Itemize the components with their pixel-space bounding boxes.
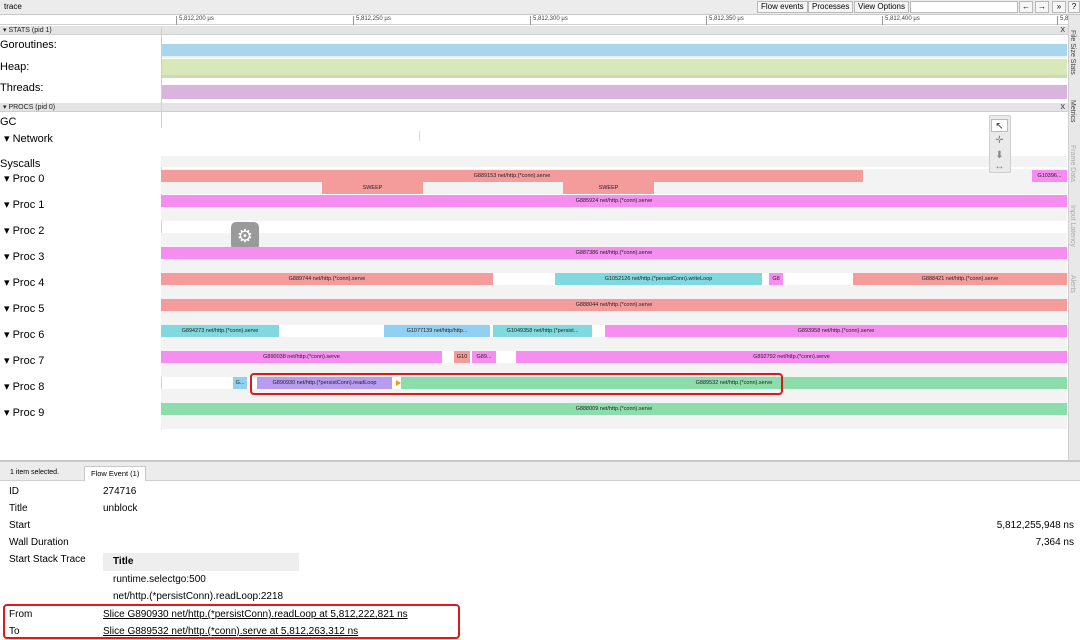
heap-counter-track[interactable]	[161, 59, 1067, 75]
ruler-tick: 5,812,350 µs	[706, 16, 744, 25]
goroutine-slice[interactable]: G10	[454, 351, 470, 363]
goroutine-slice[interactable]: G8	[769, 273, 783, 285]
goroutine-slice[interactable]: G...	[233, 377, 247, 389]
procs-header-label: ▾ PROCS (pid 0)	[3, 104, 56, 111]
heap-counter-base	[161, 75, 1067, 78]
proc-4-track[interactable]	[161, 285, 1067, 299]
sidebar-tab-file-size-stats[interactable]: File Size Stats	[1069, 30, 1076, 75]
proc-3-track[interactable]	[161, 259, 1067, 273]
goroutines-label: Goroutines:	[0, 39, 57, 51]
proc-2-label[interactable]: ▾ Proc 2	[4, 224, 44, 237]
pointer-icon[interactable]: ↖	[991, 119, 1008, 132]
network-event[interactable]	[419, 131, 420, 141]
goroutine-slice[interactable]: G1049358 net/http.(*persist...	[493, 325, 592, 337]
next-arrow-icon[interactable]: →	[1035, 1, 1049, 13]
goroutine-slice[interactable]: G892792 net/http.(*conn).serve	[516, 351, 1067, 363]
title-label: Title	[9, 503, 28, 514]
flow-events-button[interactable]: Flow events	[757, 1, 808, 13]
proc-3-label[interactable]: ▾ Proc 3	[4, 250, 44, 263]
goroutine-slice[interactable]: G893958 net/http.(*conn).serve	[605, 325, 1067, 337]
expand-panel-icon[interactable]: »	[1052, 1, 1066, 13]
stack-trace-label: Start Stack Trace	[9, 554, 86, 565]
stack-frame: net/http.(*persistConn).readLoop:2218	[113, 591, 284, 602]
pan-icon[interactable]: ✛	[991, 134, 1008, 147]
help-icon[interactable]: ?	[1068, 1, 1080, 13]
threads-counter-track[interactable]	[161, 85, 1067, 99]
goroutine-slice[interactable]: G890038 net/http.(*conn).serve	[161, 351, 442, 363]
close-icon[interactable]: X	[1060, 103, 1065, 112]
network-row-label[interactable]: ▾ Network	[4, 132, 53, 145]
start-value: 5,812,255,948 ns	[996, 520, 1074, 531]
tab-flow-event[interactable]: Flow Event (1)	[84, 466, 147, 481]
stack-frame: runtime.selectgo:500	[113, 574, 206, 585]
proc-5-label[interactable]: ▾ Proc 5	[4, 302, 44, 315]
wall-duration-value: 7,364 ns	[1035, 537, 1074, 548]
goroutine-slice[interactable]: G1077139 net/http/http...	[384, 325, 490, 337]
sweep-slice[interactable]: SWEEP	[322, 182, 423, 194]
gc-label: GC	[0, 116, 17, 128]
goroutine-slice[interactable]: G89...	[472, 351, 496, 363]
proc-9-label[interactable]: ▾ Proc 9	[4, 406, 44, 419]
goroutine-slice[interactable]: G889153 net/http.(*conn).serve	[161, 170, 863, 182]
stats-header-label: ▾ STATS (pid 1)	[3, 27, 52, 34]
proc-6-label[interactable]: ▾ Proc 6	[4, 328, 44, 341]
goroutine-slice[interactable]: G887386 net/http.(*conn).serve	[161, 247, 1067, 259]
stack-table-header: Title	[103, 553, 299, 571]
title-value: unblock	[103, 503, 138, 514]
ruler-tick: 5,812,300 µs	[530, 16, 568, 25]
proc-9-track[interactable]	[161, 415, 1067, 429]
wall-duration-label: Wall Duration	[9, 537, 69, 548]
proc-8-label[interactable]: ▾ Proc 8	[4, 380, 44, 393]
app-title: trace	[4, 2, 22, 11]
view-options-button[interactable]: View Options	[854, 1, 909, 13]
divider	[161, 56, 1067, 58]
heap-label: Heap:	[0, 61, 30, 73]
processes-button[interactable]: Processes	[808, 1, 854, 13]
proc-1-track[interactable]	[161, 207, 1067, 221]
sweep-slice[interactable]: SWEEP	[563, 182, 654, 194]
close-icon[interactable]: X	[1060, 26, 1065, 35]
goroutine-slice[interactable]: G885924 net/http.(*conn).serve	[161, 195, 1067, 207]
ruler-tick: 5,812,250 µs	[353, 16, 391, 25]
id-value: 274716	[103, 486, 137, 497]
proc-7-label[interactable]: ▾ Proc 7	[4, 354, 44, 367]
goroutine-slice[interactable]: G888421 net/http.(*conn).serve	[853, 273, 1067, 285]
cpu-profile-icon[interactable]: ⚙	[231, 222, 259, 250]
timing-icon[interactable]: ↔	[991, 160, 1008, 173]
analysis-tabbar	[0, 462, 1080, 481]
proc-1-label[interactable]: ▾ Proc 1	[4, 198, 44, 211]
ruler-tick: 5,8	[1057, 16, 1068, 25]
proc-5-track[interactable]	[161, 311, 1067, 325]
goroutines-counter-track[interactable]	[161, 44, 1067, 56]
start-label: Start	[9, 520, 31, 531]
prev-arrow-icon[interactable]: ←	[1019, 1, 1033, 13]
sidebar-tab-input-latency[interactable]: Input Latency	[1069, 205, 1076, 247]
goroutine-slice[interactable]: G894273 net/http.(*conn).serve	[161, 325, 279, 337]
goroutine-slice[interactable]: G889744 net/http.(*conn).serve	[161, 273, 493, 285]
syscalls-track[interactable]	[161, 156, 1067, 167]
proc-2-track[interactable]	[161, 233, 1067, 247]
ruler-tick: 5,812,400 µs	[882, 16, 920, 25]
goroutine-slice[interactable]: G1052126 net/http.(*persistConn).writeLo…	[555, 273, 762, 285]
proc-6-track[interactable]	[161, 337, 1067, 351]
threads-label: Threads:	[0, 82, 44, 94]
goroutine-slice[interactable]: G888009 net/http.(*conn).serve	[161, 403, 1067, 415]
sidebar-tab-metrics[interactable]: Metrics	[1069, 100, 1076, 123]
search-input[interactable]	[910, 1, 1018, 13]
sidebar-tab-frame-data[interactable]: Frame Data	[1069, 145, 1076, 182]
goroutine-slice[interactable]: G10396...	[1032, 170, 1067, 182]
syscalls-label: Syscalls	[0, 158, 41, 170]
ruler-tick: 5,812,200 µs	[176, 16, 214, 25]
flow-highlight-box	[250, 373, 783, 395]
sidebar-tab-alerts[interactable]: Alerts	[1069, 275, 1076, 293]
from-to-highlight-box	[3, 604, 460, 639]
proc-4-label[interactable]: ▾ Proc 4	[4, 276, 44, 289]
network-track[interactable]	[161, 128, 1067, 156]
proc-0-label[interactable]: ▾ Proc 0	[4, 172, 44, 185]
selection-count: 1 item selected.	[10, 469, 60, 476]
goroutine-slice[interactable]: G888044 net/http.(*conn).serve	[161, 299, 1067, 311]
id-label: ID	[9, 486, 19, 497]
